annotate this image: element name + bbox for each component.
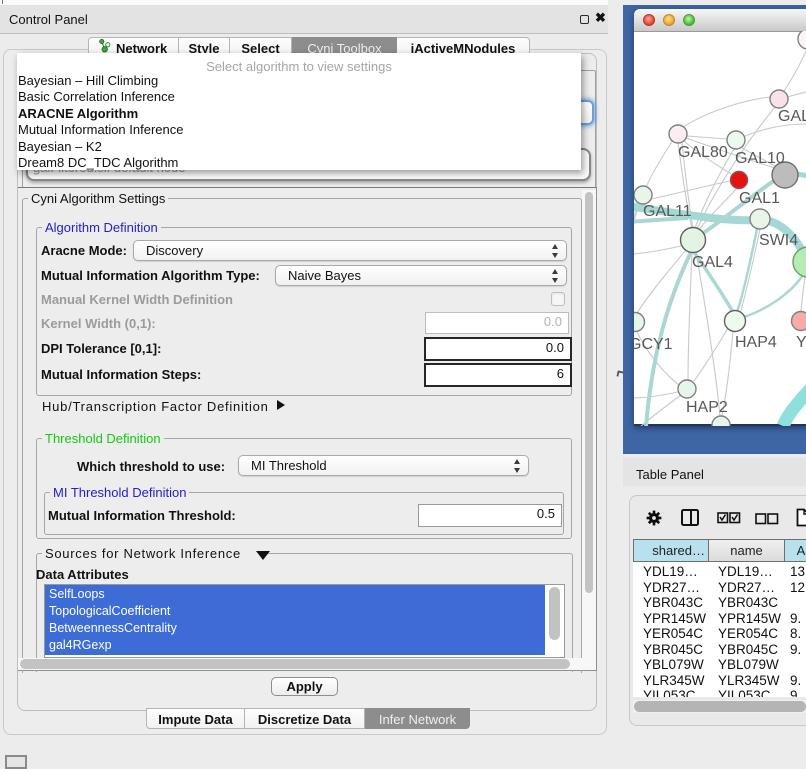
svg-text:Y: Y: [796, 334, 806, 351]
svg-text:GAL4: GAL4: [692, 254, 733, 271]
svg-text:GAL10: GAL10: [735, 150, 785, 167]
svg-text:GAL7: GAL7: [778, 108, 806, 125]
svg-text:GAL11: GAL11: [643, 203, 692, 220]
svg-text:HAP4: HAP4: [735, 334, 777, 351]
svg-text:GAL1: GAL1: [739, 190, 780, 207]
svg-text:GCY1: GCY1: [634, 336, 673, 353]
svg-text:GAL80: GAL80: [678, 144, 728, 161]
svg-text:SWI4: SWI4: [759, 232, 798, 249]
svg-text:HAP2: HAP2: [686, 399, 728, 416]
